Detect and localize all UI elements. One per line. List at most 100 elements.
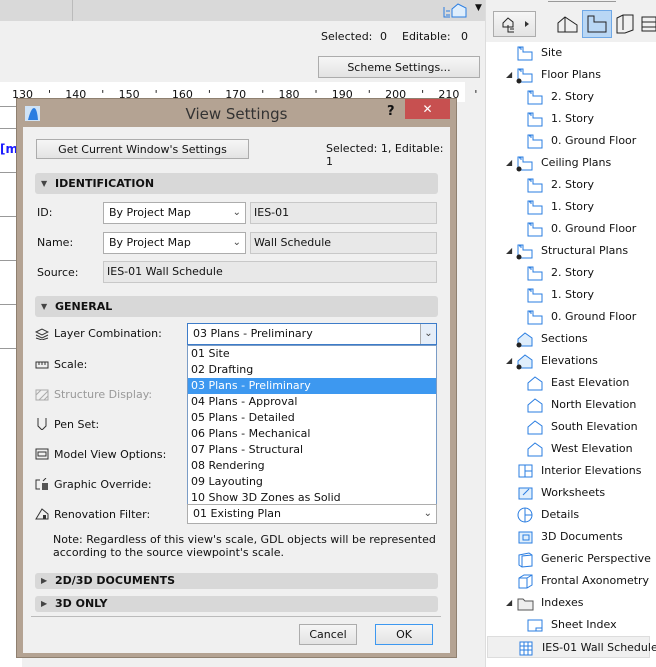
elevation-folder-icon <box>516 354 533 370</box>
navigator-mode-button[interactable] <box>493 11 536 37</box>
get-current-window-settings-button[interactable]: Get Current Window's Settings <box>36 139 249 159</box>
floor-plan-icon <box>527 222 543 237</box>
view-map-icon <box>587 15 607 33</box>
project-map-icon[interactable] <box>556 14 580 34</box>
renovation-filter-select[interactable]: 01 Existing Plan ⌄ <box>187 504 437 524</box>
tree-item-label: 3D Documents <box>541 530 623 543</box>
note-line: Note: Regardless of this view's scale, G… <box>53 533 436 546</box>
layout-book-icon[interactable] <box>614 14 636 34</box>
id-mode-select[interactable]: By Project Map ⌄ <box>103 202 246 224</box>
layer-combination-select[interactable]: 03 Plans - Preliminary ⌄ <box>187 323 437 345</box>
chevron-down-icon: ⌄ <box>232 237 241 248</box>
name-field[interactable]: Wall Schedule <box>250 232 437 254</box>
elevation-icon <box>527 398 543 413</box>
ok-button[interactable]: OK <box>375 624 433 645</box>
tree-item-label: 0. Ground Floor <box>551 310 637 323</box>
layer-combination-label: Layer Combination: <box>54 327 162 340</box>
elevation-icon <box>527 442 543 457</box>
expanded-arrow-icon[interactable]: ◢ <box>506 64 512 86</box>
name-label: Name: <box>37 236 74 249</box>
tree-item-label: 1. Story <box>551 288 595 301</box>
dialog-body: Get Current Window's Settings Selected: … <box>23 127 450 653</box>
tree-item-label: Details <box>541 508 580 521</box>
worksheet-icon <box>518 487 533 500</box>
tree-item-label: West Elevation <box>551 442 633 455</box>
tree-item-label: Worksheets <box>541 486 606 499</box>
dropdown-option[interactable]: 04 Plans - Approval <box>188 394 436 410</box>
dropdown-option[interactable]: 09 Layouting <box>188 474 436 490</box>
expanded-arrow-icon[interactable]: ◢ <box>506 152 512 174</box>
identification-section-header[interactable]: ▼ IDENTIFICATION <box>35 173 438 194</box>
source-field: IES-01 Wall Schedule <box>103 261 437 283</box>
cancel-button[interactable]: Cancel <box>299 624 357 645</box>
structure-display-icon <box>35 389 49 401</box>
tree-item-label: East Elevation <box>551 376 630 389</box>
tree-item-label: 1. Story <box>551 112 595 125</box>
navigator-view-icon[interactable] <box>442 3 472 19</box>
section-title: 2D/3D DOCUMENTS <box>55 574 175 587</box>
dropdown-option[interactable]: 03 Plans - Preliminary <box>188 378 436 394</box>
editable-value: 0 <box>461 30 468 43</box>
scale-note: Note: Regardless of this view's scale, G… <box>53 533 436 559</box>
id-field[interactable]: IES-01 <box>250 202 437 224</box>
tree-item-label: Sheet Index <box>551 618 617 631</box>
expand-icon: ▶ <box>41 576 48 585</box>
3d-only-section-header[interactable]: ▶ 3D ONLY <box>35 596 438 612</box>
name-mode-select[interactable]: By Project Map ⌄ <box>103 232 246 254</box>
layers-icon <box>35 328 49 340</box>
tree-item-label: Elevations <box>541 354 598 367</box>
chevron-down-icon[interactable]: ⌄ <box>420 324 436 344</box>
layer-combination-dropdown[interactable]: 01 Site 02 Drafting 03 Plans - Preliminary… <box>187 345 437 507</box>
dropdown-option[interactable]: 06 Plans - Mechanical <box>188 426 436 442</box>
general-section-header[interactable]: ▼ GENERAL <box>35 296 438 317</box>
selected-value: 0 <box>380 30 387 43</box>
tree-item-label: Frontal Axonometry <box>541 574 650 587</box>
tree-item-label: North Elevation <box>551 398 637 411</box>
structural-plan-folder-icon <box>516 244 533 260</box>
dropdown-option[interactable]: 02 Drafting <box>188 362 436 378</box>
ceiling-plan-folder-icon <box>516 156 533 172</box>
renovation-filter-label: Renovation Filter: <box>54 508 151 521</box>
elevation-icon <box>527 420 543 435</box>
tree-item-label: Interior Elevations <box>541 464 642 477</box>
tree-item-label: Site <box>541 46 563 59</box>
section-title: 3D ONLY <box>55 597 108 610</box>
axonometry-icon <box>518 574 533 589</box>
scheme-settings-button[interactable]: Scheme Settings... <box>318 56 480 78</box>
dropdown-option[interactable]: 07 Plans - Structural <box>188 442 436 458</box>
tree-item-label: 0. Ground Floor <box>551 222 637 235</box>
floor-plan-icon <box>527 310 543 325</box>
chevron-down-icon: ⌄ <box>232 207 241 218</box>
expanded-arrow-icon[interactable]: ◢ <box>506 592 512 614</box>
documents-section-header[interactable]: ▶ 2D/3D DOCUMENTS <box>35 573 438 589</box>
dropdown-option[interactable]: 05 Plans - Detailed <box>188 410 436 426</box>
dropdown-option[interactable]: 08 Rendering <box>188 458 436 474</box>
tree-item[interactable]: IES-01 Wall Schedule <box>487 636 656 658</box>
tree-item-label: 2. Story <box>551 266 595 279</box>
view-map-button[interactable] <box>582 10 612 38</box>
tree-item-label: Ceiling Plans <box>541 156 612 169</box>
renovation-filter-icon <box>35 508 49 520</box>
publisher-icon[interactable] <box>639 14 656 34</box>
schedule-icon <box>519 641 533 656</box>
floor-plan-icon <box>527 288 543 303</box>
selected-label: Selected: <box>321 30 373 43</box>
top-bar <box>0 0 485 21</box>
close-button[interactable]: ✕ <box>405 99 450 119</box>
project-tree-icon <box>502 17 529 33</box>
expand-icon: ▶ <box>41 599 48 608</box>
floor-plan-icon <box>527 90 543 105</box>
ruler-tick: ' <box>474 88 478 101</box>
expanded-arrow-icon[interactable]: ◢ <box>506 240 512 262</box>
dropdown-arrow-icon[interactable]: ▼ <box>475 3 482 13</box>
tree-item-label: 1. Story <box>551 200 595 213</box>
expanded-arrow-icon[interactable]: ◢ <box>506 350 512 372</box>
help-button[interactable]: ? <box>387 104 395 119</box>
pen-icon <box>37 418 47 430</box>
dropdown-option[interactable]: 01 Site <box>188 346 436 362</box>
floor-plan-icon <box>527 266 543 281</box>
navigator-toolbar <box>486 0 656 42</box>
tree-item-label: IES-01 Wall Schedule <box>542 641 656 654</box>
scale-label: Scale: <box>54 358 88 371</box>
floor-plan-icon <box>527 200 543 215</box>
